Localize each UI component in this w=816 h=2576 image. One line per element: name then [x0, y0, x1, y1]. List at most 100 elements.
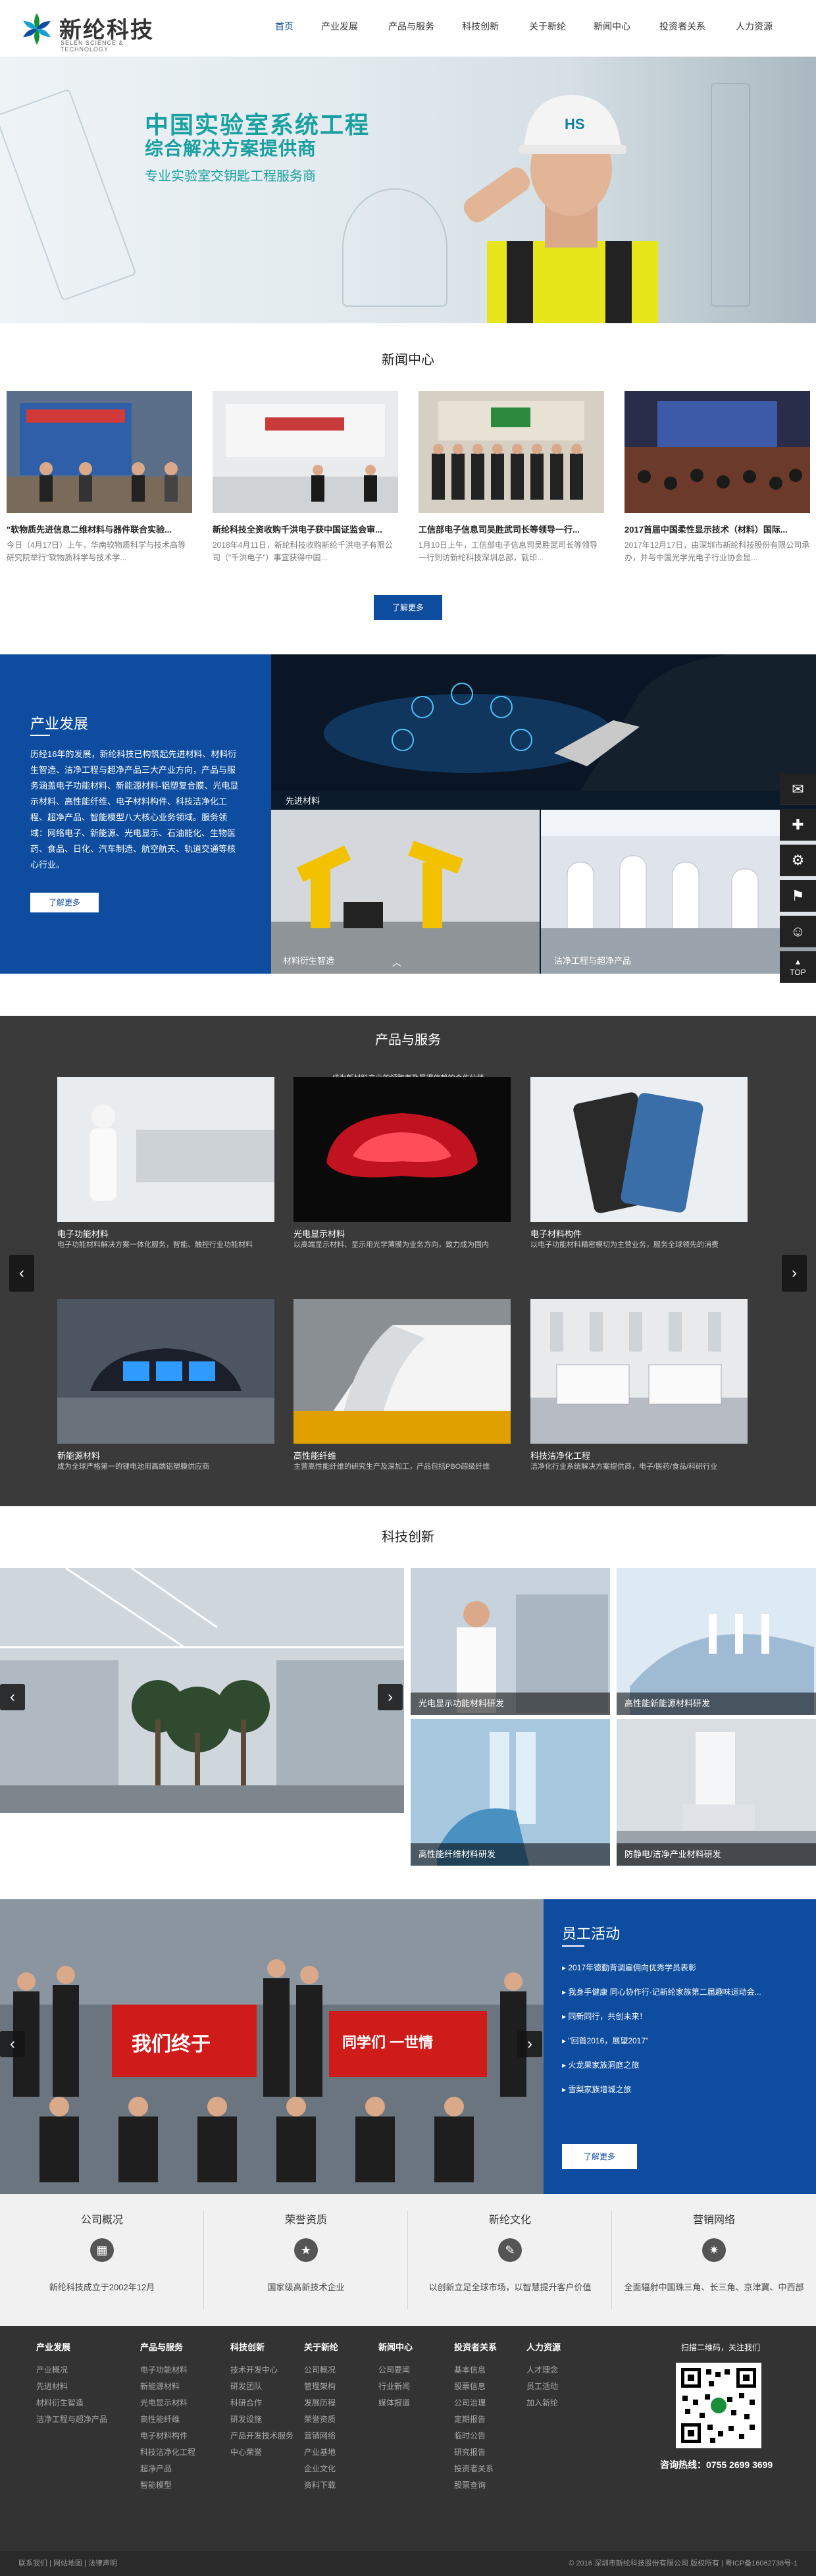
product-card[interactable]: 电子功能材料 电子功能材料解决方案一体化服务，智能、触控行业功能材料 — [57, 1077, 274, 1249]
footer-link[interactable]: 高性能纤维 — [140, 2411, 206, 2428]
logo[interactable]: 新纶科技 SELEN SCIENCE & TECHNOLOGY — [20, 11, 165, 53]
hero-banner[interactable]: HS 中国实验室系统工程 综合解决方案提供商 专业实验室交钥匙工程服务商 — [0, 57, 816, 323]
puzzle-icon[interactable]: ✚ — [780, 809, 816, 841]
footer-column-head[interactable]: 新闻中心 — [378, 2340, 444, 2353]
staff-news-item[interactable]: 我身手健康 同心协作行·记新纶家族第二届趣味运动会... — [562, 1986, 805, 1997]
footer-link[interactable]: 媒体报道 — [378, 2395, 444, 2411]
footer-link[interactable]: 营销网络 — [304, 2428, 370, 2444]
footer-link[interactable]: 临时公告 — [454, 2428, 520, 2444]
footer-link[interactable]: 技术开发中心 — [230, 2362, 296, 2379]
gear-icon[interactable]: ⚙ — [780, 845, 816, 876]
chevron-left-icon[interactable]: ‹ — [9, 1255, 34, 1292]
footer-link[interactable]: 智能模型 — [140, 2477, 206, 2494]
footer-link[interactable]: 员工活动 — [526, 2379, 592, 2395]
footer-link[interactable]: 公司概况 — [304, 2362, 370, 2379]
chevron-right-icon[interactable]: › — [517, 2031, 542, 2057]
footer-link[interactable]: 产业基地 — [304, 2444, 370, 2461]
chevron-right-icon[interactable]: › — [378, 1684, 403, 1710]
footer-link[interactable]: 科技洁净化工程 — [140, 2444, 206, 2461]
back-to-top-button[interactable]: ▲ TOP — [780, 951, 816, 983]
info-card[interactable]: 营销网络 ✷ 全面辐射中国珠三角、长三角、京津冀、中西部 — [612, 2211, 816, 2309]
nav-item-about[interactable]: 关于新纶 — [529, 20, 566, 33]
pin-icon[interactable]: ⚑ — [780, 880, 816, 912]
footer-link[interactable]: 研究报告 — [454, 2444, 520, 2461]
staff-more-button[interactable]: 了解更多 — [562, 2144, 637, 2169]
nav-item-hr[interactable]: 人力资源 — [736, 20, 773, 33]
footer-link[interactable]: 光电显示材料 — [140, 2395, 206, 2411]
news-card[interactable]: 2017首届中国柔性显示技术（材料）国际... 2017年12月17日，由深圳市… — [625, 391, 810, 569]
tech-tile[interactable]: 防静电/洁净产业材料研发 — [617, 1719, 816, 1866]
product-card[interactable]: 光电显示材料 以高端显示材料、显示用光学薄膜为业务方向，致力成为国内 — [293, 1077, 511, 1249]
footer-link[interactable]: 加入新纶 — [526, 2395, 592, 2411]
nav-item-home[interactable]: 首页 — [275, 20, 293, 33]
footer-column-head[interactable]: 投资者关系 — [454, 2340, 520, 2353]
chevron-up-icon[interactable]: ︿ — [392, 956, 403, 968]
product-card[interactable]: 科技洁净化工程 洁净化行业系统解决方案提供商，电子/医药/食品/科研行业 — [530, 1299, 748, 1471]
footer-link[interactable]: 荣誉资质 — [304, 2411, 370, 2428]
footer-link[interactable]: 企业文化 — [304, 2461, 370, 2477]
tech-tile[interactable]: 高性能新能源材料研发 — [617, 1568, 816, 1715]
tech-tile[interactable]: 高性能纤维材料研发 — [411, 1719, 610, 1866]
footer-link[interactable]: 公司治理 — [454, 2395, 520, 2411]
nav-item-industry[interactable]: 产业发展 — [321, 20, 358, 33]
tech-tile[interactable]: 光电显示功能材料研发 — [411, 1568, 610, 1715]
footer-link[interactable]: 行业新闻 — [378, 2379, 444, 2395]
footer-link[interactable]: 研发设施 — [230, 2411, 296, 2428]
product-card[interactable]: 新能源材料 成为全球严格第一的锂电池用高端铝塑膜供应商 — [57, 1299, 274, 1471]
footer-column-head[interactable]: 科技创新 — [230, 2340, 296, 2353]
development-more-button[interactable]: 了解更多 — [30, 893, 99, 912]
nav-item-news[interactable]: 新闻中心 — [594, 20, 630, 33]
news-more-button[interactable]: 了解更多 — [374, 595, 442, 620]
footer-link[interactable]: 产业概况 — [36, 2362, 102, 2379]
footer-link[interactable]: 资料下载 — [304, 2477, 370, 2494]
chevron-left-icon[interactable]: ‹ — [0, 2031, 25, 2057]
staff-news-item[interactable]: 火龙果家族洞庭之旅 — [562, 2059, 805, 2070]
footer-link[interactable]: 基本信息 — [454, 2362, 520, 2379]
footer-link[interactable]: 科研合作 — [230, 2395, 296, 2411]
user-icon[interactable]: ☺ — [780, 916, 816, 947]
nav-item-products[interactable]: 产品与服务 — [388, 20, 434, 33]
bottom-links[interactable]: 联系我们 | 网站地图 | 法律声明 — [18, 2551, 117, 2576]
product-card[interactable]: 高性能纤维 主营高性能纤维的研究生产及深加工，产品包括PBO超级纤维 — [293, 1299, 511, 1471]
footer-link[interactable]: 定期报告 — [454, 2411, 520, 2428]
footer-link[interactable]: 投资者关系 — [454, 2461, 520, 2477]
chat-icon[interactable]: ✉ — [780, 774, 816, 805]
footer-link[interactable]: 材料衍生智造 — [36, 2395, 102, 2411]
tile-caption[interactable]: 材料衍生智造 — [283, 954, 334, 966]
news-card[interactable]: 新纶科技全资收购千洪电子获中国证监会审... 2018年4月11日，新纶科技收购… — [213, 391, 398, 569]
news-card[interactable]: "软物质先进信息二维材料与器件联合实验... 今日（4月17日）上午，华南软物质… — [7, 391, 192, 569]
info-card[interactable]: 荣誉资质 ★ 国家级高新技术企业 — [204, 2211, 408, 2309]
footer-column-head[interactable]: 人力资源 — [526, 2340, 592, 2353]
footer-link[interactable]: 公司要闻 — [378, 2362, 444, 2379]
staff-news-item[interactable]: "回首2016，展望2017" — [562, 2035, 805, 2046]
nav-item-investor[interactable]: 投资者关系 — [659, 20, 705, 33]
chevron-left-icon[interactable]: ‹ — [0, 1684, 25, 1710]
staff-news-item[interactable]: 同新同行，共创未来！ — [562, 2011, 805, 2022]
footer-link[interactable]: 先进材料 — [36, 2379, 102, 2395]
info-card[interactable]: 新纶文化 ✎ 以创新立足全球市场，以智慧提升客户价值 — [408, 2211, 612, 2309]
footer-link[interactable]: 发展历程 — [304, 2395, 370, 2411]
footer-link[interactable]: 中心荣誉 — [230, 2444, 296, 2461]
staff-news-item[interactable]: 2017年德勤背调雇佣向优秀学员表彰 — [562, 1962, 805, 1973]
footer-column-head[interactable]: 产品与服务 — [140, 2340, 206, 2353]
footer-link[interactable]: 研发团队 — [230, 2379, 296, 2395]
staff-news-item[interactable]: 雪梨家族增城之旅 — [562, 2084, 805, 2095]
footer-link[interactable]: 超净产品 — [140, 2461, 206, 2477]
product-card[interactable]: 电子材料构件 以电子功能材料精密模切为主营业务，服务全球领先的消费 — [530, 1077, 748, 1249]
footer-link[interactable]: 人才理念 — [526, 2362, 592, 2379]
info-card[interactable]: 公司概况 ▦ 新纶科技成立于2002年12月 — [0, 2211, 204, 2309]
footer-column-head[interactable]: 产业发展 — [36, 2340, 102, 2353]
chevron-right-icon[interactable]: › — [782, 1255, 807, 1292]
tile-caption[interactable]: 洁净工程与超净产品 — [554, 954, 631, 966]
nav-item-tech[interactable]: 科技创新 — [462, 20, 499, 33]
footer-link[interactable]: 管理架构 — [304, 2379, 370, 2395]
footer-column-head[interactable]: 关于新纶 — [304, 2340, 370, 2353]
footer-link[interactable]: 产品开发技术服务 — [230, 2428, 296, 2444]
footer-link[interactable]: 洁净工程与超净产品 — [36, 2411, 107, 2428]
footer-link[interactable]: 电子材料构件 — [140, 2428, 206, 2444]
footer-link[interactable]: 股票查询 — [454, 2477, 520, 2494]
footer-link[interactable]: 电子功能材料 — [140, 2362, 206, 2379]
footer-link[interactable]: 股票信息 — [454, 2379, 520, 2395]
news-card[interactable]: 工信部电子信息司吴胜武司长等领导一行... 1月10日上午，工信部电子信息司吴胜… — [419, 391, 604, 569]
footer-link[interactable]: 新能源材料 — [140, 2379, 206, 2395]
